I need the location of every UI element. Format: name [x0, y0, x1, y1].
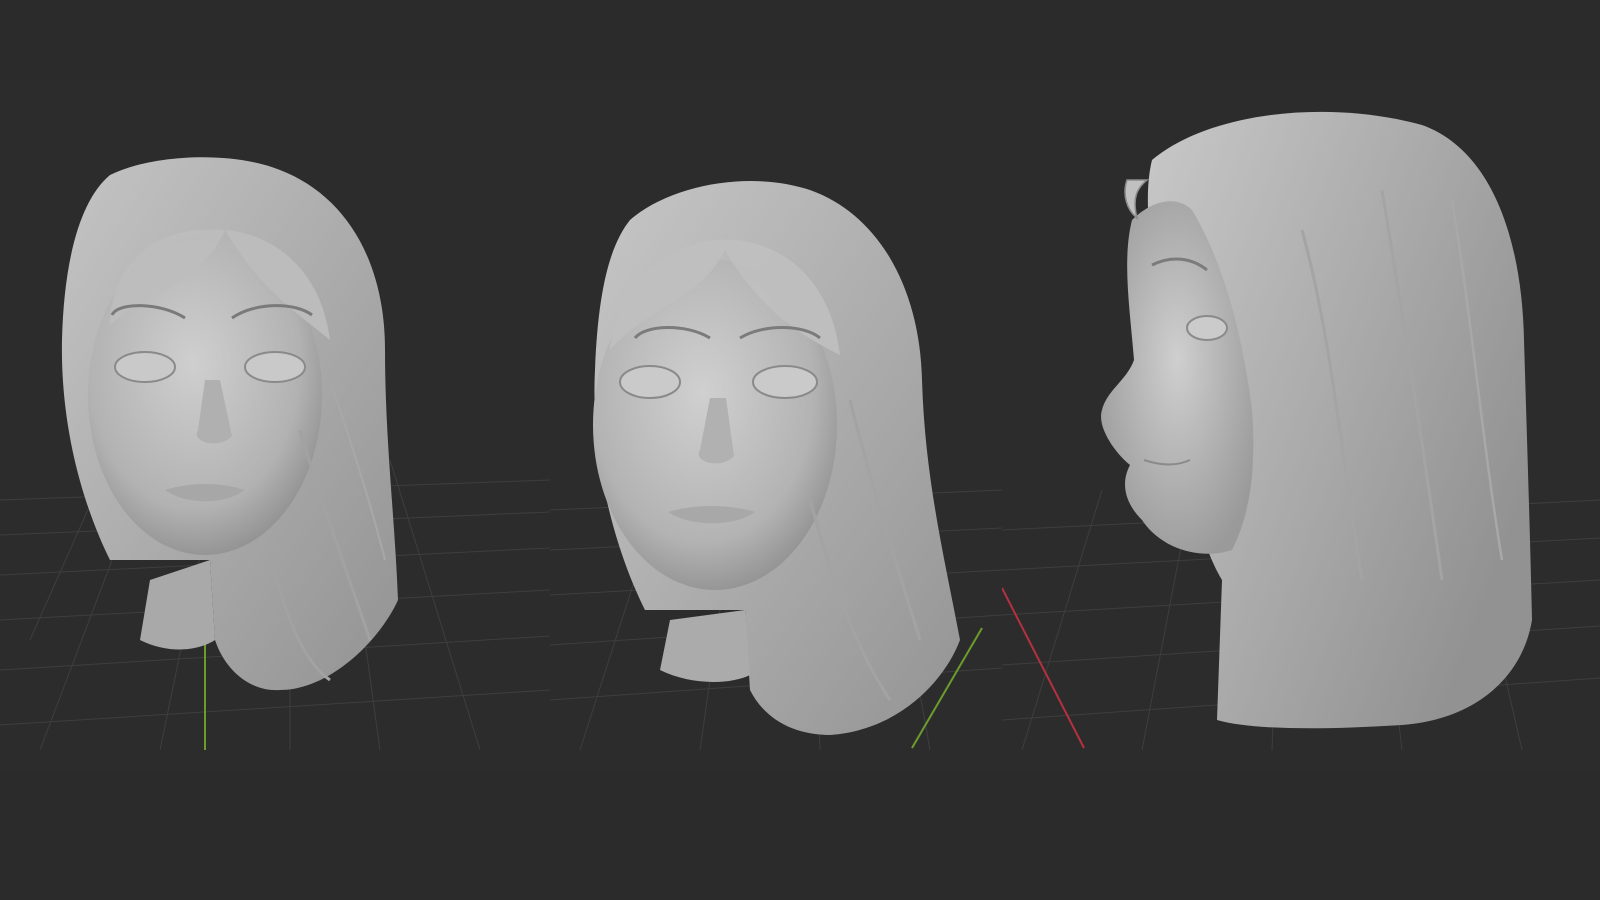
viewport-side[interactable] [1002, 80, 1600, 770]
sculpt-head-three-quarter[interactable] [593, 181, 960, 735]
x-axis-line [1002, 587, 1085, 749]
sculpt-comparison-canvas [0, 0, 1600, 900]
sculpt-head-front[interactable] [61, 157, 398, 691]
viewport-front[interactable] [0, 80, 550, 770]
viewport-three-quarter[interactable] [550, 80, 1002, 770]
viewport-three-quarter-render [550, 181, 1002, 751]
viewport-side-render [1002, 111, 1600, 751]
sculpt-head-side[interactable] [1101, 111, 1532, 729]
viewport-front-render [0, 157, 550, 751]
